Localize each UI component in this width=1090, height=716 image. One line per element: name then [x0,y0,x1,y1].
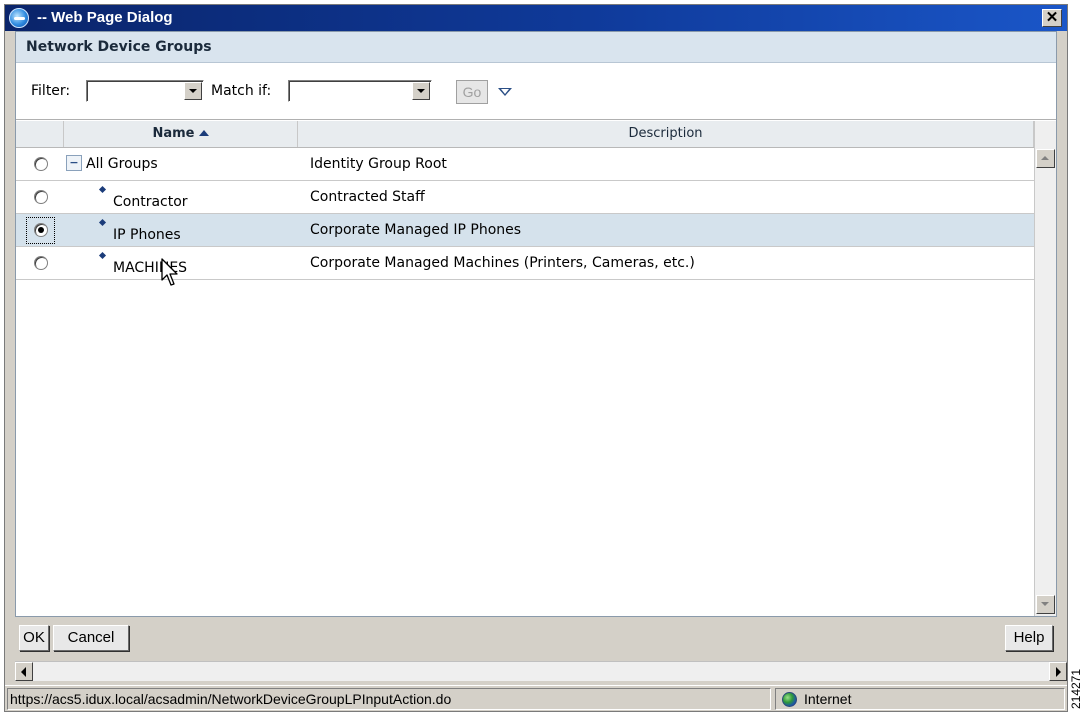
row-description: Corporate Managed IP Phones [310,222,522,238]
groups-table: Name Description − All Groups Identity G… [16,121,1056,616]
web-page-dialog: -- Web Page Dialog ✕ Network Device Grou… [4,4,1068,712]
match-if-select[interactable] [288,80,432,102]
tree-leaf-bullet-icon [98,218,107,227]
filter-dropdown-button[interactable] [184,82,202,100]
zone-label: Internet [804,691,852,707]
table-row-selected[interactable]: IP Phones Corporate Managed IP Phones [16,214,1034,247]
row-radio-button[interactable] [34,157,48,171]
row-name: All Groups [86,156,158,172]
row-radio-button[interactable] [34,256,48,270]
network-device-groups-panel: Network Device Groups Filter: Match if: … [15,31,1057,617]
globe-icon [782,692,797,707]
table-row[interactable]: Contractor Contracted Staff [16,181,1034,214]
ie-page-icon [9,8,29,28]
help-button[interactable]: Help [1005,625,1053,651]
header-select-column [16,121,64,147]
figure-id-label: 214271 [1069,666,1088,714]
close-button[interactable]: ✕ [1042,9,1062,27]
mouse-pointer-icon [161,258,178,286]
row-description: Identity Group Root [310,156,447,172]
filter-options-menu-icon[interactable] [498,88,512,96]
scroll-right-button[interactable] [1049,662,1067,681]
figure-id: 214271 [1069,668,1084,710]
match-if-dropdown-button[interactable] [412,82,430,100]
scroll-down-button[interactable] [1036,595,1055,614]
tree-collapse-icon[interactable]: − [66,155,82,171]
panel-title: Network Device Groups [26,39,212,55]
horizontal-scrollbar[interactable] [15,661,1067,681]
filter-bar: Filter: Match if: Go [16,64,1056,120]
title-bar[interactable]: -- Web Page Dialog ✕ [5,5,1067,31]
go-button[interactable]: Go [456,80,488,104]
ok-button[interactable]: OK [19,625,49,651]
header-description[interactable]: Description [298,121,1034,147]
tree-leaf-bullet-icon [98,185,107,194]
match-if-label: Match if: [211,83,272,99]
security-zone: Internet [775,688,1065,710]
row-description: Contracted Staff [310,189,425,205]
filter-select[interactable] [86,80,204,102]
cancel-button[interactable]: Cancel [53,625,129,651]
header-name-label: Name [152,126,195,141]
vertical-scrollbar[interactable] [1034,121,1056,616]
status-url: https://acs5.idux.local/acsadmin/Network… [7,688,771,710]
row-radio-button-checked[interactable] [34,223,48,237]
row-description: Corporate Managed Machines (Printers, Ca… [310,255,695,271]
row-name: IP Phones [113,227,181,243]
row-name: Contractor [113,194,188,210]
scroll-up-button[interactable] [1036,149,1055,168]
window-title: -- Web Page Dialog [37,9,173,26]
row-radio-button[interactable] [34,190,48,204]
table-header: Name Description [16,121,1034,148]
scroll-left-button[interactable] [15,662,33,681]
table-row[interactable]: − All Groups Identity Group Root [16,148,1034,181]
status-bar: https://acs5.idux.local/acsadmin/Network… [5,685,1067,711]
panel-header: Network Device Groups [16,32,1056,63]
sort-ascending-icon [198,130,209,136]
tree-leaf-bullet-icon [98,251,107,260]
header-name[interactable]: Name [64,121,298,147]
filter-label: Filter: [31,83,71,99]
